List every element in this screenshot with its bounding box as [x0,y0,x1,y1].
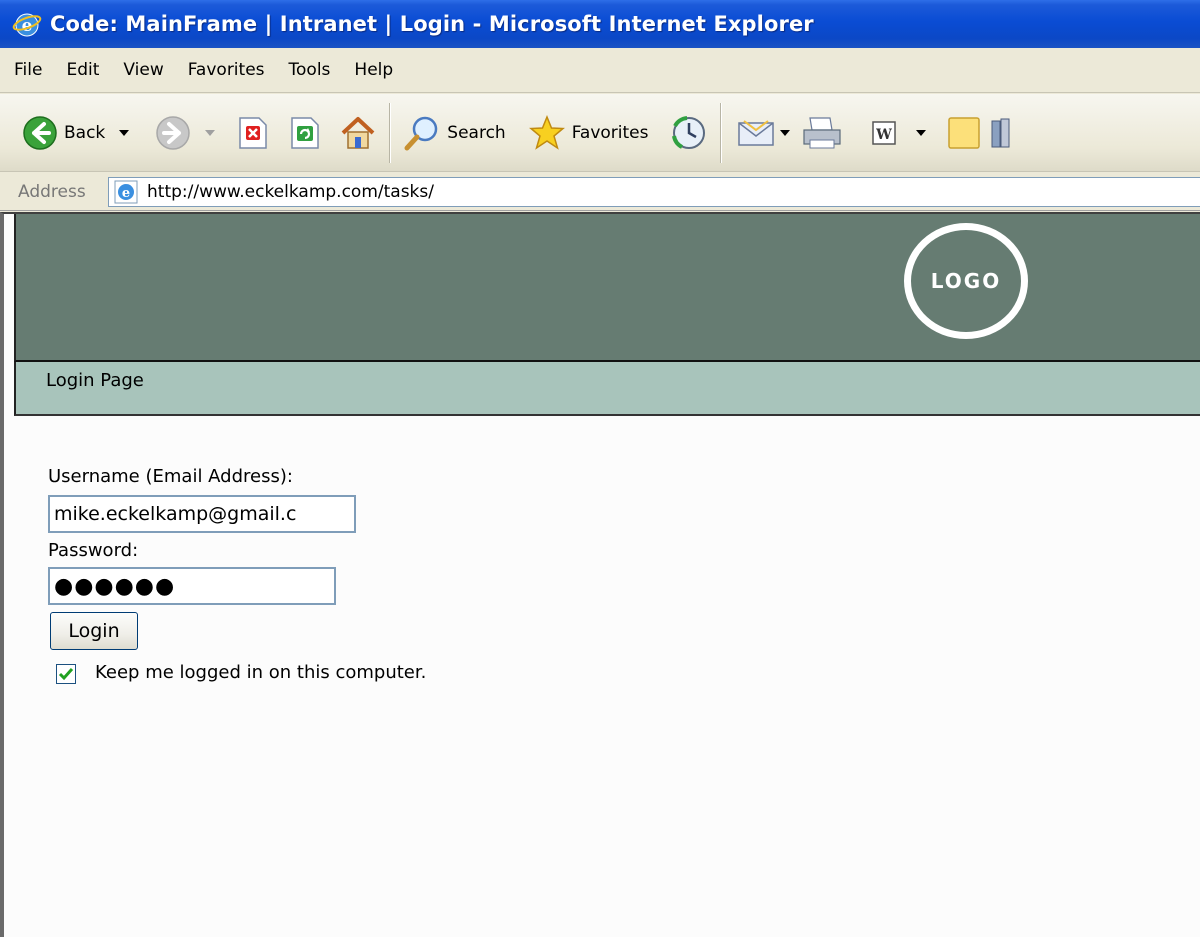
search-icon [404,116,438,150]
favorites-star-icon [528,114,565,150]
forward-arrow-icon [156,115,191,150]
back-arrow-icon [23,115,57,150]
forward-button[interactable] [155,105,216,161]
stop-button[interactable] [237,105,269,161]
address-url: http://www.eckelkamp.com/tasks/ [147,182,434,202]
username-value: mike.eckelkamp@gmail.c [54,503,297,525]
login-button[interactable]: Login [50,612,138,650]
password-label: Password: [48,540,139,561]
menu-tools[interactable]: Tools [289,60,331,80]
refresh-icon [291,116,320,149]
toolbar-separator [389,102,392,163]
address-bar: Address e http://www.eckelkamp.com/tasks… [0,173,1200,211]
menu-help[interactable]: Help [354,60,393,80]
menu-view[interactable]: View [123,60,163,80]
page-viewport: LOGO Login Page Username (Email Address)… [0,212,1200,937]
svg-text:W: W [876,127,893,143]
window-title: Code: MainFrame | Intranet | Login - Mic… [50,12,814,36]
menu-favorites[interactable]: Favorites [188,60,265,80]
stop-icon [239,116,268,149]
address-label: Address [18,181,86,202]
address-input[interactable]: e http://www.eckelkamp.com/tasks/ [108,177,1200,207]
svg-text:e: e [122,186,130,201]
internet-explorer-icon: e [12,13,42,37]
logo-text: LOGO [930,269,1002,293]
refresh-button[interactable] [289,105,321,161]
forward-dropdown-icon [205,129,216,136]
note-icon [948,116,981,149]
research-button[interactable] [990,105,1014,161]
password-value: ●●●●●● [54,573,176,599]
back-button[interactable]: Back [22,105,130,161]
print-button[interactable] [800,105,844,161]
books-icon [991,118,1010,147]
toolbar-separator [720,102,723,163]
discuss-button[interactable] [946,105,982,161]
menu-bar: File Edit View Favorites Tools Help [0,48,1200,93]
username-input[interactable]: mike.eckelkamp@gmail.c [48,495,356,533]
mail-icon [738,119,775,146]
username-label: Username (Email Address): [48,466,293,487]
word-icon: W [872,120,897,145]
menu-file[interactable]: File [14,60,42,80]
checkmark-icon [58,668,74,681]
mail-button[interactable] [736,105,791,161]
keep-logged-in-label[interactable]: Keep me logged in on this computer. [95,662,426,683]
search-button[interactable]: Search [403,105,506,161]
mail-dropdown-icon[interactable] [780,129,791,136]
favorites-button[interactable]: Favorites [528,105,649,161]
password-input[interactable]: ●●●●●● [48,567,336,605]
header-banner: LOGO [14,214,1200,362]
home-button[interactable] [339,105,377,161]
page-title: Login Page [46,370,144,391]
menu-edit[interactable]: Edit [66,60,99,80]
home-icon [341,116,375,149]
edit-dropdown-icon[interactable] [916,129,927,136]
back-dropdown-icon[interactable] [119,129,130,136]
section-bar: Login Page [14,362,1200,416]
page-icon: e [114,180,138,204]
edit-in-word-button[interactable]: W [870,105,927,161]
keep-logged-in-checkbox[interactable] [56,664,76,684]
history-button[interactable] [670,105,708,161]
printer-icon [803,116,842,148]
standard-toolbar: Back Search Favorites W [0,94,1200,172]
history-icon [672,115,706,149]
logo: LOGO [904,223,1028,339]
back-label: Back [64,122,106,143]
favorites-label: Favorites [571,122,649,143]
search-label: Search [447,122,506,143]
window-title-bar[interactable]: e Code: MainFrame | Intranet | Login - M… [0,0,1200,48]
